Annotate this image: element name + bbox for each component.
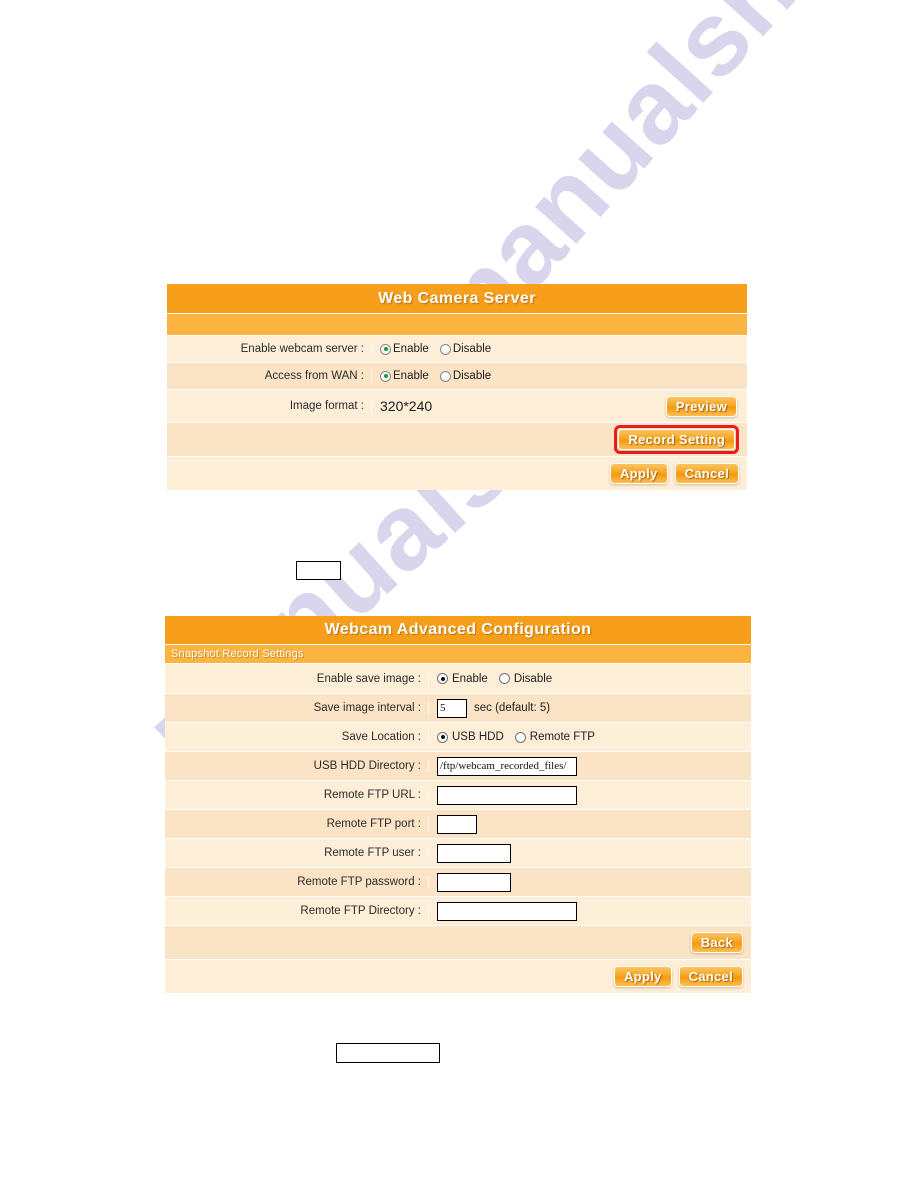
row-save-image-interval: Save image interval : 5 sec (default: 5) [165, 693, 751, 722]
row-record-setting: Record Setting [167, 422, 747, 456]
remote-ftp-password-input[interactable] [437, 872, 511, 892]
radio-dot-icon[interactable] [437, 731, 448, 743]
cancel-button[interactable]: Cancel [678, 966, 743, 987]
apply-button[interactable]: Apply [613, 966, 672, 987]
field-enable-webcam-server: Enable Disable [372, 336, 747, 362]
row-remote-ftp-port: Remote FTP port : [165, 809, 751, 838]
radio-label: Remote FTP [529, 731, 595, 743]
watermark-layer: manualshive.com manualshive [0, 0, 918, 1188]
row-panel2-back: Back [165, 925, 751, 959]
radio-access-from-wan-disable[interactable]: Disable [439, 370, 492, 382]
field-usb-hdd-directory: /ftp/webcam_recorded_files/ [429, 752, 751, 780]
apply-button[interactable]: Apply [609, 463, 668, 484]
remote-ftp-port-input[interactable] [437, 814, 477, 834]
snapshot-record-settings-label: Snapshot Record Settings [171, 648, 304, 660]
panel1-subbar [167, 313, 747, 335]
callout-box-upper [296, 561, 341, 580]
label-remote-ftp-port: Remote FTP port : [165, 818, 429, 830]
cancel-button[interactable]: Cancel [674, 463, 739, 484]
radio-enable-save-image-disable[interactable]: Disable [498, 672, 553, 685]
save-image-interval-input[interactable]: 5 [437, 698, 467, 718]
panel-title-webcam-advanced: Webcam Advanced Configuration [165, 616, 751, 644]
record-setting-highlight: Record Setting [614, 425, 739, 454]
remote-ftp-url-input[interactable] [437, 785, 577, 805]
record-setting-button[interactable]: Record Setting [618, 429, 735, 450]
save-image-interval-hint: sec (default: 5) [474, 702, 551, 714]
field-remote-ftp-password [429, 868, 751, 896]
row-remote-ftp-url: Remote FTP URL : [165, 780, 751, 809]
radio-dot-icon[interactable] [514, 731, 526, 743]
row-usb-hdd-directory: USB HDD Directory : /ftp/webcam_recorded… [165, 751, 751, 780]
preview-button[interactable]: Preview [665, 395, 737, 417]
label-access-from-wan: Access from WAN : [167, 370, 372, 382]
row-enable-webcam-server: Enable webcam server : Enable Disable [167, 335, 747, 362]
radio-dot-icon[interactable] [439, 370, 451, 382]
field-remote-ftp-directory [429, 897, 751, 925]
label-remote-ftp-directory: Remote FTP Directory : [165, 905, 429, 917]
field-save-image-interval: 5 sec (default: 5) [429, 694, 751, 722]
webcam-advanced-configuration-panel: Webcam Advanced Configuration Snapshot R… [165, 616, 751, 993]
field-remote-ftp-port [429, 810, 751, 838]
row-access-from-wan: Access from WAN : Enable Disable [167, 362, 747, 389]
label-save-image-interval: Save image interval : [165, 702, 429, 714]
radio-dot-icon[interactable] [498, 673, 510, 684]
usb-hdd-directory-input[interactable]: /ftp/webcam_recorded_files/ [437, 756, 577, 776]
label-usb-hdd-directory: USB HDD Directory : [165, 760, 429, 772]
label-remote-ftp-user: Remote FTP user : [165, 847, 429, 859]
row-panel2-actions: Apply Cancel [165, 959, 751, 993]
snapshot-record-settings-bar: Snapshot Record Settings [165, 644, 751, 663]
radio-enable-webcam-server-enable[interactable]: Enable [380, 343, 429, 355]
field-remote-ftp-user [429, 839, 751, 867]
panel-title-web-camera-server: Web Camera Server [167, 284, 747, 313]
radio-label: Enable [393, 343, 429, 355]
field-panel2-back: Back [165, 926, 751, 959]
radio-label: Disable [513, 672, 553, 685]
radio-label: Enable [393, 370, 429, 382]
row-remote-ftp-user: Remote FTP user : [165, 838, 751, 867]
radio-enable-webcam-server-disable[interactable]: Disable [439, 343, 492, 355]
field-image-format: 320*240 Preview [372, 390, 747, 422]
field-panel1-actions: Apply Cancel [167, 457, 747, 490]
field-remote-ftp-url [429, 781, 751, 809]
radio-save-location-remote-ftp[interactable]: Remote FTP [514, 731, 595, 743]
row-panel1-actions: Apply Cancel [167, 456, 747, 490]
radio-dot-icon[interactable] [439, 343, 451, 355]
callout-box-lower [336, 1043, 440, 1063]
radio-label: Disable [452, 370, 492, 382]
label-remote-ftp-url: Remote FTP URL : [165, 789, 429, 801]
radio-group-save-location[interactable]: USB HDD Remote FTP [437, 731, 595, 743]
radio-dot-icon[interactable] [437, 673, 448, 684]
row-save-location: Save Location : USB HDD Remote FTP [165, 722, 751, 751]
radio-access-from-wan-enable[interactable]: Enable [380, 370, 429, 382]
radio-dot-icon[interactable] [380, 343, 391, 355]
field-panel2-actions: Apply Cancel [165, 960, 751, 993]
radio-group-access-from-wan[interactable]: Enable Disable [380, 370, 491, 382]
remote-ftp-user-input[interactable] [437, 843, 511, 863]
radio-label: Enable [452, 672, 488, 685]
label-enable-save-image: Enable save image : [165, 672, 429, 685]
radio-save-location-usb-hdd[interactable]: USB HDD [437, 731, 504, 743]
radio-label: Disable [452, 343, 492, 355]
remote-ftp-directory-input[interactable] [437, 901, 577, 921]
row-enable-save-image: Enable save image : Enable Disable [165, 663, 751, 693]
field-save-location: USB HDD Remote FTP [429, 723, 751, 751]
row-remote-ftp-directory: Remote FTP Directory : [165, 896, 751, 925]
radio-group-enable-webcam-server[interactable]: Enable Disable [380, 343, 491, 355]
web-camera-server-panel: Web Camera Server Enable webcam server :… [167, 284, 747, 490]
row-image-format: Image format : 320*240 Preview [167, 389, 747, 422]
radio-label: USB HDD [452, 731, 504, 743]
back-button[interactable]: Back [690, 932, 743, 953]
label-save-location: Save Location : [165, 731, 429, 743]
field-enable-save-image: Enable Disable [429, 664, 751, 693]
label-remote-ftp-password: Remote FTP password : [165, 876, 429, 888]
field-access-from-wan: Enable Disable [372, 363, 747, 389]
label-enable-webcam-server: Enable webcam server : [167, 343, 372, 355]
label-image-format: Image format : [167, 400, 372, 412]
field-record-setting: Record Setting [167, 423, 747, 456]
value-image-format: 320*240 [380, 398, 433, 414]
row-remote-ftp-password: Remote FTP password : [165, 867, 751, 896]
radio-group-enable-save-image[interactable]: Enable Disable [437, 673, 552, 685]
radio-enable-save-image-enable[interactable]: Enable [437, 673, 488, 685]
radio-dot-icon[interactable] [380, 370, 391, 382]
